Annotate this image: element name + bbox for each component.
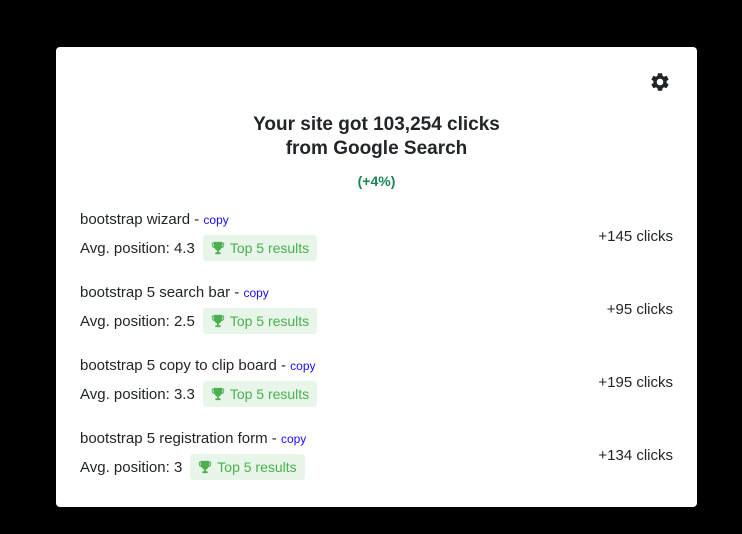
keyword-text: bootstrap wizard [80, 211, 191, 228]
clicks-summary: Your site got 103,254 clicks from Google… [56, 113, 697, 161]
clicks-count: +95 clicks [606, 301, 673, 318]
position-line: Avg. position: 3.3 Top 5 results [80, 381, 673, 407]
list-item: bootstrap 5 registration form - copy Avg… [80, 429, 673, 502]
keyword-line: bootstrap 5 search bar - copy [80, 284, 269, 301]
list-item: bootstrap 5 copy to clip board - copy Av… [80, 356, 673, 429]
trophy-icon [199, 460, 212, 474]
copy-link[interactable]: copy [281, 432, 306, 446]
avg-position: Avg. position: 3.3 [80, 385, 195, 403]
avg-position: Avg. position: 3 [80, 458, 183, 476]
keyword-text: bootstrap 5 copy to clip board [80, 357, 277, 374]
list-item: bootstrap 5 search bar - copy Avg. posit… [80, 283, 673, 356]
clicks-count: +134 clicks [598, 447, 673, 464]
gear-icon[interactable] [649, 71, 671, 93]
position-line: Avg. position: 3 Top 5 results [80, 454, 673, 480]
badge-label: Top 5 results [229, 386, 310, 402]
top-results-badge: Top 5 results [202, 381, 318, 407]
keyword-line: bootstrap wizard - copy [80, 211, 229, 228]
trophy-icon [211, 387, 224, 401]
keyword-text: bootstrap 5 search bar [80, 284, 231, 301]
copy-link[interactable]: copy [203, 213, 228, 227]
badge-label: Top 5 results [217, 459, 297, 475]
trophy-icon [211, 314, 224, 328]
keyword-text: bootstrap 5 registration form [80, 430, 268, 447]
badge-label: Top 5 results [229, 240, 310, 256]
search-clicks-card: Your site got 103,254 clicks from Google… [56, 47, 697, 507]
keyword-line: bootstrap 5 registration form - copy [80, 430, 307, 447]
avg-position: Avg. position: 2.5 [80, 312, 195, 330]
top-results-badge: Top 5 results [202, 235, 318, 261]
avg-position: Avg. position: 4.3 [80, 239, 195, 257]
clicks-count: +145 clicks [598, 228, 673, 245]
list-item: bootstrap wizard - copy Avg. position: 4… [80, 210, 673, 283]
summary-line-2: from Google Search [285, 138, 468, 159]
top-results-badge: Top 5 results [190, 454, 305, 480]
keyword-line: bootstrap 5 copy to clip board - copy [80, 357, 316, 374]
summary-line-1: Your site got 103,254 clicks [253, 114, 500, 135]
badge-label: Top 5 results [229, 313, 310, 329]
change-percent: (+4%) [357, 173, 396, 189]
copy-link[interactable]: copy [243, 286, 268, 300]
keyword-list: bootstrap wizard - copy Avg. position: 4… [80, 210, 673, 502]
copy-link[interactable]: copy [290, 359, 315, 373]
position-line: Avg. position: 2.5 Top 5 results [80, 308, 673, 334]
top-results-badge: Top 5 results [202, 308, 318, 334]
clicks-count: +195 clicks [598, 374, 673, 391]
trophy-icon [211, 241, 224, 255]
position-line: Avg. position: 4.3 Top 5 results [80, 235, 673, 261]
